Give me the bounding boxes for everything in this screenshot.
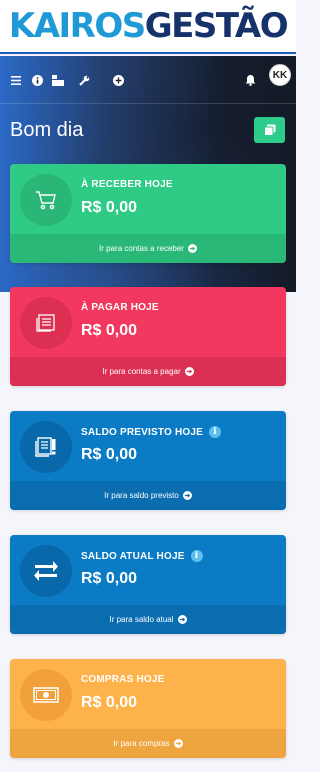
card-label: SALDO PREVISTO HOJE i: [81, 426, 221, 438]
document-list-icon: [20, 297, 72, 349]
payable-link[interactable]: Ir para contas a pagar: [10, 357, 286, 386]
money-bill-icon: [20, 669, 72, 721]
bell-icon[interactable]: [238, 68, 262, 92]
card-label-text: COMPRAS HOJE: [81, 674, 165, 685]
arrow-right-icon: [187, 244, 197, 253]
card-link-text: Ir para saldo previsto: [104, 491, 179, 500]
card-link-text: Ir para compras: [113, 739, 170, 748]
arrow-right-icon: [173, 739, 183, 748]
arrow-right-icon: [184, 367, 194, 376]
card-label: À RECEBER HOJE: [81, 179, 173, 190]
arrow-right-icon: [177, 615, 187, 624]
card-label: SALDO ATUAL HOJE i: [81, 550, 203, 562]
card-value: R$ 0,00: [81, 446, 138, 463]
logo-part-1: KAIROS: [8, 6, 146, 46]
payable-card: À PAGAR HOJE R$ 0,00 Ir para contas a pa…: [10, 287, 286, 386]
current-balance-card: SALDO ATUAL HOJE i R$ 0,00 Ir para saldo …: [10, 535, 286, 634]
card-label-text: SALDO ATUAL HOJE: [81, 550, 185, 562]
purchases-link[interactable]: Ir para compras: [10, 729, 286, 758]
card-label: COMPRAS HOJE: [81, 674, 165, 685]
card-label-text: SALDO PREVISTO HOJE: [81, 426, 203, 438]
card-value: R$ 0,00: [81, 570, 138, 587]
copy-button[interactable]: [254, 117, 285, 143]
greeting-title: Bom dia: [10, 119, 84, 141]
info-icon[interactable]: i: [190, 550, 203, 562]
info-icon[interactable]: i: [208, 426, 221, 438]
arrow-right-icon: [182, 491, 192, 500]
current-balance-link[interactable]: Ir para saldo atual: [10, 605, 286, 634]
logo-part-2: GESTÃO: [144, 6, 289, 46]
card-label: À PAGAR HOJE: [81, 302, 159, 313]
card-label-text: À RECEBER HOJE: [81, 179, 173, 190]
report-alert-icon: [20, 421, 72, 473]
card-link-text: Ir para contas a pagar: [102, 367, 181, 376]
forecast-balance-link[interactable]: Ir para saldo previsto: [10, 481, 286, 510]
card-value: R$ 0,00: [81, 694, 138, 711]
receivable-link[interactable]: Ir para contas a receber: [10, 234, 286, 263]
logo-text: KAIROSGESTÃO: [8, 6, 289, 46]
copy-icon: [263, 124, 275, 136]
purchases-card: COMPRAS HOJE R$ 0,00 Ir para compras: [10, 659, 286, 758]
exchange-arrows-icon: [20, 545, 72, 597]
receivable-card: À RECEBER HOJE R$ 0,00 Ir para contas a …: [10, 164, 286, 263]
card-value: R$ 0,00: [81, 199, 138, 216]
top-navigation: [0, 56, 296, 104]
card-label-text: À PAGAR HOJE: [81, 302, 159, 313]
forecast-balance-card: SALDO PREVISTO HOJE i R$ 0,00 Ir para sal…: [10, 411, 286, 510]
card-value: R$ 0,00: [81, 322, 138, 339]
plus-circle-icon[interactable]: [106, 68, 130, 92]
brand-logo[interactable]: KAIROSGESTÃO: [0, 0, 296, 54]
user-avatar[interactable]: KK: [269, 64, 291, 86]
wrench-icon[interactable]: [72, 68, 96, 92]
card-link-text: Ir para contas a receber: [99, 244, 184, 253]
cart-icon: [20, 174, 72, 226]
card-link-text: Ir para saldo atual: [109, 615, 174, 624]
building-icon[interactable]: [46, 68, 70, 92]
